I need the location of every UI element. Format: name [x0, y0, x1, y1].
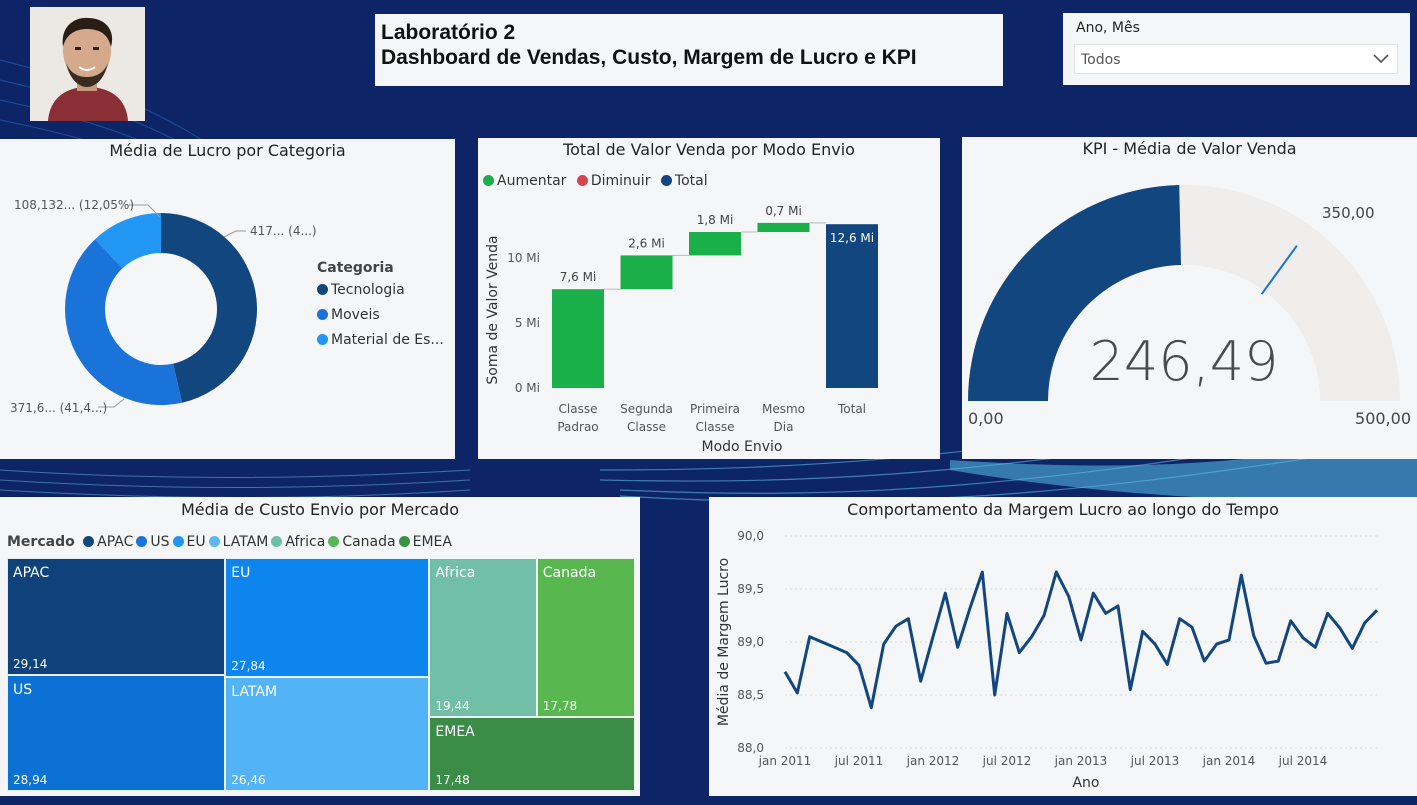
- slicer-dropdown[interactable]: Todos: [1074, 44, 1398, 74]
- waterfall-xlabel: Modo Envio: [701, 439, 782, 455]
- report-title: Laboratório 2: [381, 21, 516, 44]
- waterfall-category-label: Classe: [627, 420, 666, 434]
- donut-legend-item[interactable]: Tecnologia: [317, 282, 444, 298]
- gauge-chart: 246,49 0,00 500,00 350,00: [968, 185, 1411, 428]
- waterfall-chart-panel: Total de Valor Venda por Modo Envio Aume…: [478, 138, 940, 459]
- gauge-max-label: 500,00: [1355, 409, 1411, 428]
- treemap-tile-name: Africa: [435, 565, 476, 581]
- legend-label: Moveis: [331, 307, 380, 323]
- donut-legend-item[interactable]: Material de Es...: [317, 332, 444, 348]
- waterfall-category-label: Dia: [774, 420, 794, 434]
- donut-legend-item[interactable]: Moveis: [317, 307, 444, 323]
- profile-photo: [30, 7, 145, 121]
- treemap-tile-eu[interactable]: EU 27,84: [225, 558, 430, 678]
- waterfall-value-label: 1,8 Mi: [697, 213, 734, 227]
- waterfall-ytick: 10 Mi: [507, 251, 540, 265]
- waterfall-category-label: Padrao: [557, 420, 598, 434]
- waterfall-category-label: Mesmo: [762, 402, 805, 416]
- treemap-tile-value: 29,14: [13, 656, 48, 671]
- legend-label: Material de Es...: [331, 332, 444, 348]
- treemap-tile-name: APAC: [13, 565, 50, 581]
- waterfall-category-label: Classe: [559, 402, 598, 416]
- line-xtick: jul 2012: [982, 754, 1032, 768]
- waterfall-bar[interactable]: [552, 289, 604, 388]
- line-xtick: jul 2014: [1278, 754, 1328, 768]
- line-xtick: jul 2013: [1130, 754, 1180, 768]
- line-ytick: 88,5: [737, 688, 764, 702]
- line-ytick: 88,0: [737, 741, 764, 755]
- waterfall-bar[interactable]: [689, 232, 741, 256]
- waterfall-chart: Soma de Valor Venda 0 Mi 5 Mi 10 Mi 7,6 …: [485, 204, 878, 455]
- gauge-chart-panel: KPI - Média de Valor Venda 246,49 0,00 5…: [962, 137, 1417, 459]
- treemap-tile-value: 28,94: [13, 772, 48, 787]
- date-slicer: Ano, Mês Todos: [1063, 13, 1410, 85]
- treemap-tile-name: EMEA: [435, 723, 475, 740]
- gauge-target-label: 350,00: [1322, 204, 1375, 222]
- donut-legend: Categoria Tecnologia Moveis Material de …: [317, 260, 444, 348]
- waterfall-ytick: 5 Mi: [515, 316, 540, 330]
- waterfall-category-label: Primeira: [690, 402, 740, 416]
- treemap-tile-latam[interactable]: LATAM 26,46: [225, 677, 430, 791]
- waterfall-value-label: 7,6 Mi: [560, 270, 597, 284]
- treemap-tile-name: EU: [231, 565, 251, 581]
- donut-chart-panel: Média de Lucro por Categoria 108,132... …: [0, 139, 455, 459]
- gauge-value: 246,49: [1090, 330, 1279, 393]
- line-xtick: jan 2012: [906, 754, 960, 768]
- line-xtick: jan 2013: [1054, 754, 1108, 768]
- line-ylabel: Média de Margem Lucro: [716, 558, 732, 726]
- line-xtick: jul 2011: [834, 754, 884, 768]
- line-ytick: 89,5: [737, 582, 764, 596]
- treemap-chart: APAC 29,14 EU 27,84 US 28,94 LATAM 26,46 Africa 1…: [0, 497, 640, 796]
- treemap-tile-value: 17,78: [542, 698, 578, 713]
- legend-label: Tecnologia: [331, 282, 405, 298]
- waterfall-category-label: Total: [837, 402, 866, 416]
- line-ytick: 90,0: [737, 529, 764, 543]
- slicer-label: Ano, Mês: [1076, 20, 1140, 36]
- waterfall-ytick: 0 Mi: [515, 381, 540, 395]
- waterfall-bar[interactable]: [620, 255, 673, 290]
- slicer-value: Todos: [1081, 52, 1121, 68]
- treemap-tile-value: 26,46: [231, 772, 266, 787]
- treemap-tile-value: 27,84: [231, 659, 266, 674]
- line-ytick: 89,0: [737, 635, 764, 649]
- waterfall-bar[interactable]: [757, 222, 810, 232]
- treemap-tile-africa[interactable]: Africa 19,44: [429, 558, 537, 717]
- line-xtick: jan 2014: [1202, 754, 1256, 768]
- treemap-tile-name: Canada: [542, 565, 597, 581]
- line-series: [783, 570, 1379, 710]
- waterfall-value-label: 12,6 Mi: [830, 231, 874, 245]
- waterfall-category-label: Classe: [696, 420, 735, 434]
- donut-label-tecnologia: 417... (4...): [250, 224, 317, 238]
- waterfall-value-label: 2,6 Mi: [628, 236, 665, 250]
- donut-legend-title: Categoria: [317, 260, 394, 276]
- waterfall-category-label: Segunda: [620, 402, 673, 416]
- waterfall-ylabel: Soma de Valor Venda: [485, 235, 501, 384]
- treemap-tile-value: 19,44: [435, 698, 470, 713]
- legend-dot: [317, 333, 328, 345]
- report-subtitle: Dashboard de Vendas, Custo, Margem de Lu…: [381, 46, 917, 69]
- line-xtick: jan 2011: [758, 754, 812, 768]
- donut-label-moveis: 371,6... (41,4...): [10, 401, 107, 415]
- line-xlabel: Ano: [1072, 775, 1099, 791]
- legend-dot: [317, 308, 328, 320]
- waterfall-bar[interactable]: [826, 224, 878, 388]
- waterfall-value-label: 0,7 Mi: [765, 204, 802, 218]
- chevron-down-icon: [1373, 54, 1389, 64]
- treemap-chart-panel: Média de Custo Envio por Mercado Mercado…: [0, 497, 640, 796]
- gauge-min-label: 0,00: [968, 409, 1004, 428]
- treemap-tile-apac[interactable]: APAC 29,14: [7, 558, 226, 675]
- treemap-tile-name: US: [13, 681, 33, 698]
- legend-dot: [317, 283, 328, 295]
- donut-label-material: 108,132... (12,05%): [14, 198, 134, 212]
- treemap-tile-emea[interactable]: EMEA 17,48: [429, 716, 635, 791]
- treemap-tile-value: 17,48: [435, 772, 470, 787]
- line-chart: 88,0 88,5 89,0 89,5 90,0 jan 2011 jul 2011 jan …: [716, 529, 1379, 791]
- line-chart-panel: Comportamento da Margem Lucro ao longo d…: [709, 497, 1417, 796]
- treemap-tile-canada[interactable]: Canada 17,78: [536, 558, 635, 717]
- report-title-box: Laboratório 2 Dashboard de Vendas, Custo…: [375, 14, 1003, 86]
- treemap-tile-name: LATAM: [231, 684, 278, 701]
- treemap-tile-us[interactable]: US 28,94: [7, 674, 226, 791]
